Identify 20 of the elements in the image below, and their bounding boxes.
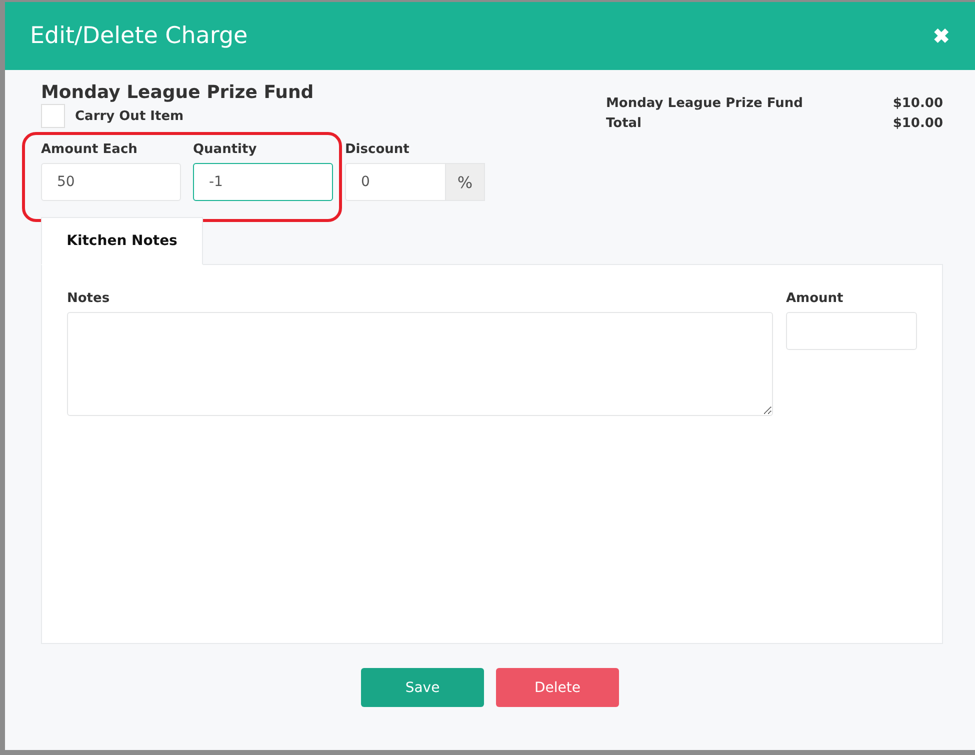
field-label: Amount Each [41,142,138,157]
notes-label: Notes [67,291,111,306]
dialog-title: Edit/Delete Charge [30,23,248,49]
amount-field[interactable] [786,312,917,350]
item-title: Monday League Prize Fund [41,82,315,103]
summary-label: Monday League Prize Fund [606,96,803,111]
field-label: Discount [345,142,410,157]
carry-out-label: Carry Out Item [75,108,184,124]
summary-label: Total [606,116,642,131]
discount-field[interactable]: 0 [345,163,446,201]
summary-amount: $10.00 [892,116,943,131]
summary-amount: $10.00 [892,96,943,111]
notes-field[interactable] [67,312,773,416]
field-label: Quantity [193,142,258,157]
amount-label: Amount [786,291,844,306]
tab[interactable]: Kitchen Notes [41,217,203,265]
percent-addon: % [446,163,485,201]
input-field[interactable]: 50 [41,163,181,201]
carry-out-checkbox[interactable] [41,104,65,128]
input-field[interactable]: -1 [193,163,333,201]
